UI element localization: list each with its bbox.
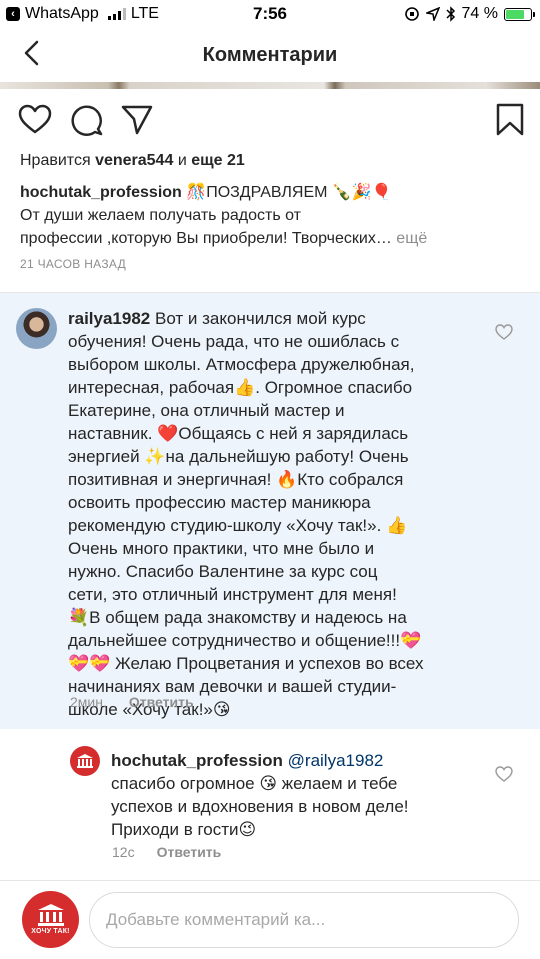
reply-comment-item[interactable]: hochutak_profession @railya1982 спасибо … [0,730,540,880]
comment-line: Вот и закончился мой курс [154,309,366,328]
reply-line: Приходи в гости😉 [111,820,257,839]
comment-line: Екатерине, она отличный мастер и [68,401,345,420]
bluetooth-icon [446,6,455,22]
comment-line: наставник. ❤️Общаясь с ней я зарядилась [68,424,409,443]
status-right: 74 % [404,5,535,23]
comment-line: 💝💝 Желаю Процветания и успехов во всех [68,654,424,673]
status-bar: ‹ WhatsApp LTE 7:56 74 % [0,0,540,28]
comment-line: 💐В общем рада знакомству и надеюсь на [68,608,407,627]
nav-bar: Комментарии [0,28,540,82]
brand-logo-icon [77,754,93,768]
comment-line: дальнейшее сотрудничество и общение!!!💝 [68,631,422,650]
avatar[interactable] [16,308,57,349]
reply-like-heart-icon[interactable] [495,765,513,783]
comment-input[interactable] [89,892,519,948]
comment-item[interactable]: railya1982 Вот и закончился мой курс обу… [0,293,540,729]
status-left: ‹ WhatsApp LTE [0,5,159,23]
battery-percent: 74 % [461,5,498,22]
comment-line: обучения! Очень рада, что не ошиблась с [68,332,400,351]
comment-line: нужно. Спасибо Валентине за курс соц [68,562,378,581]
brand-logo-icon [37,904,64,926]
caption-line-1: 🎊ПОЗДРАВЛЯЕМ 🍾🎉🎈 [186,184,392,201]
comment-bubble-icon[interactable] [70,103,104,137]
page-title: Комментарии [202,43,338,66]
comment-time: 2мин. [70,694,107,710]
comment-username[interactable]: railya1982 [68,309,150,328]
comment-meta: 2мин. Ответить [70,694,194,710]
caption-more-link[interactable]: ещё [396,230,427,247]
post-image-strip [0,82,540,89]
comment-line: интересная, рабочая👍. Огромное спасибо [68,378,413,397]
battery-fill [506,9,524,19]
likes-user-link[interactable]: venera544 [95,152,173,169]
post-time-ago: 21 ЧАСОВ НАЗАД [20,257,127,271]
comment-line: рекомендую студию-школу «Хочу так!». 👍 [68,516,408,535]
reply-username[interactable]: hochutak_profession [111,751,283,770]
current-user-avatar[interactable]: ХОЧУ ТАК! [22,891,79,948]
back-to-app-icon[interactable]: ‹ [6,7,20,21]
comment-like-heart-icon[interactable] [495,323,513,341]
comment-body: railya1982 Вот и закончился мой курс обу… [68,307,488,721]
avatar[interactable] [70,746,100,776]
likes-summary: Нравится venera544 и еще 21 [20,152,245,170]
reply-line: успехов и вдохновения в новом деле! [111,797,409,816]
location-icon [425,7,440,21]
caption-line-3: профессии ,которую Вы приобрели! Творчес… [20,230,392,247]
caption-username[interactable]: hochutak_profession [20,184,182,201]
comment-line: сети, это отличный инструмент для меня! [68,585,397,604]
likes-rest-link[interactable]: еще 21 [191,152,245,169]
reply-mention-link[interactable]: @railya1982 [288,751,384,770]
back-arrow-icon[interactable] [18,38,48,68]
likes-prefix: Нравится [20,152,91,169]
comment-line: энергией ✨на дальнейшую работу! Очень [68,447,409,466]
comment-line: Очень много практики, что мне было и [68,539,375,558]
post-caption: hochutak_profession 🎊ПОЗДРАВЛЯЕМ 🍾🎉🎈 От … [20,181,520,250]
signal-icon [107,8,126,20]
reply-body: hochutak_profession @railya1982 спасибо … [111,749,491,841]
reply-meta: 12с Ответить [112,844,221,860]
comment-line: освоить профессию мастер маникюра [68,493,371,512]
likes-middle: и [177,152,187,169]
comment-composer: ХОЧУ ТАК! [0,880,540,959]
logo-text: ХОЧУ ТАК! [31,928,70,935]
reply-button[interactable]: Ответить [157,844,222,860]
reply-line: спасибо огромное 😘 желаем и тебе [111,774,398,793]
like-heart-icon[interactable] [18,103,52,137]
reply-time: 12с [112,844,135,860]
comment-line: позитивная и энергичная! 🔥Кто собрался [68,470,404,489]
orientation-lock-icon [404,7,419,21]
caption-line-2: От души желаем получать радость от [20,207,301,224]
share-send-icon[interactable] [120,103,154,137]
battery-icon [504,7,535,21]
carrier-label: LTE [130,5,159,22]
post-actions [18,103,524,137]
back-app-label[interactable]: WhatsApp [25,5,99,23]
reply-button[interactable]: Ответить [129,694,194,710]
bookmark-icon[interactable] [493,103,527,137]
comment-line: выбором школы. Атмосфера дружелюбная, [68,355,415,374]
